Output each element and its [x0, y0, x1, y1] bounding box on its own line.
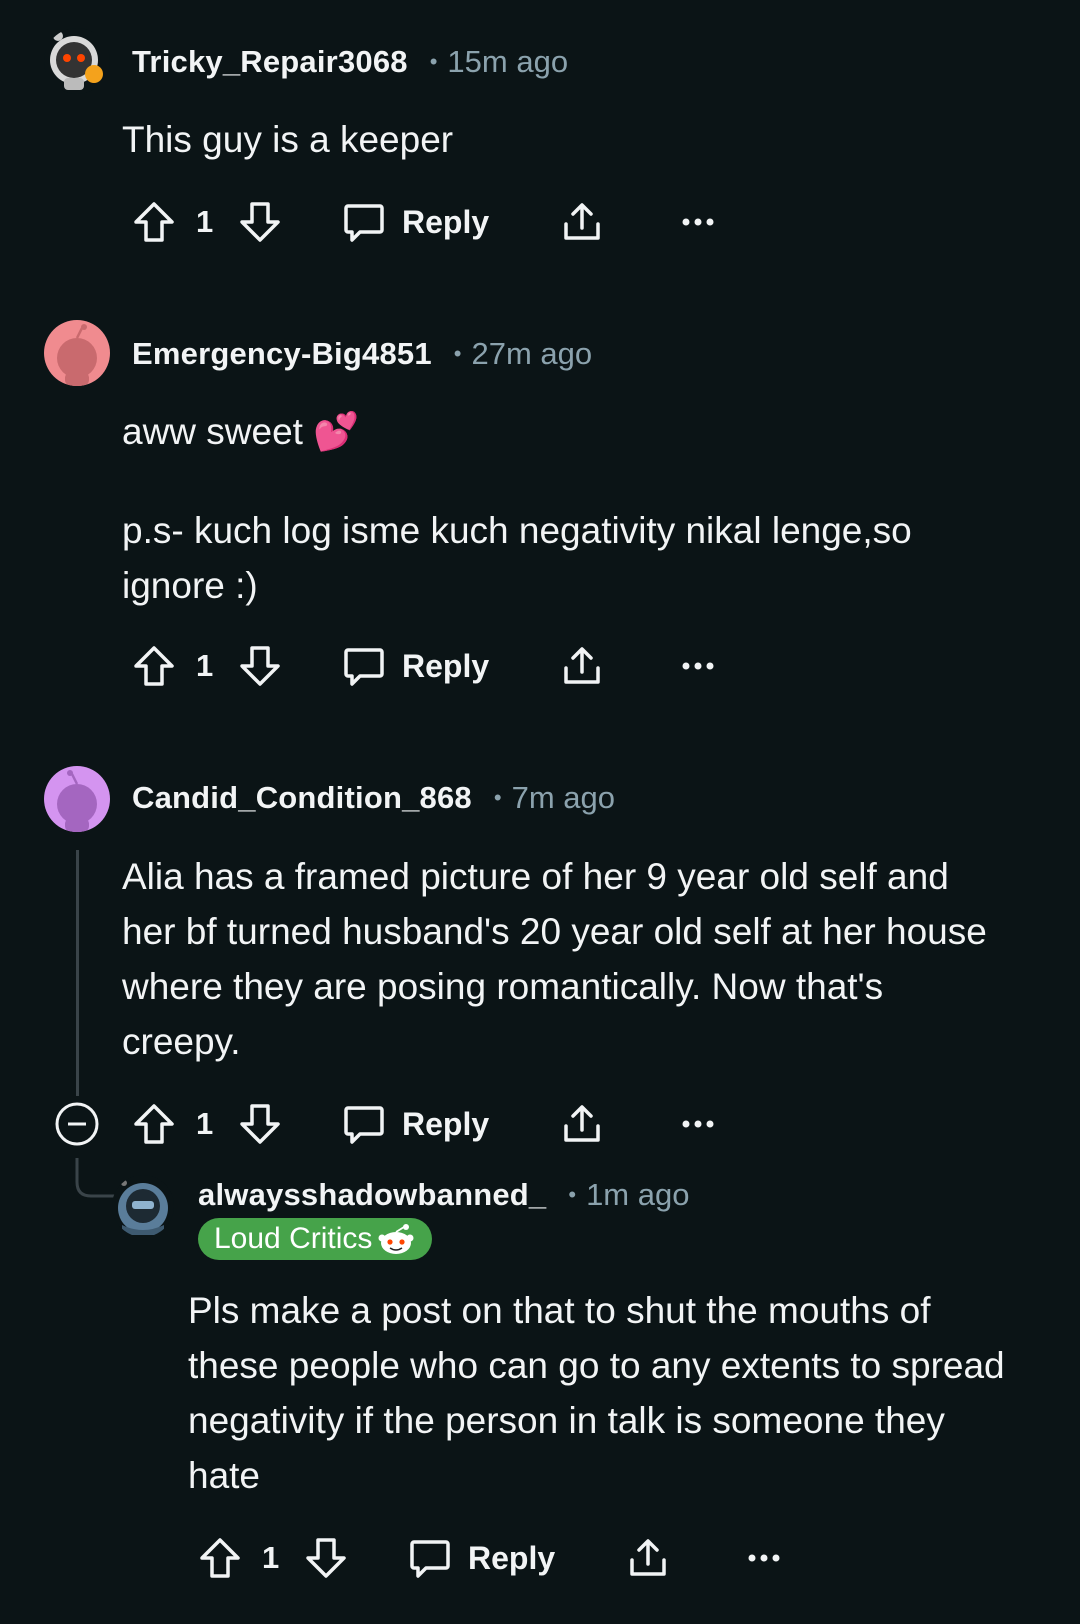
- more-icon: [682, 218, 714, 226]
- more-options-button[interactable]: [682, 636, 714, 696]
- thread-line[interactable]: [76, 850, 79, 1096]
- upvote-icon: [134, 202, 174, 242]
- action-bar: 1 Reply: [0, 1094, 1080, 1154]
- upvote-icon: [134, 1104, 174, 1144]
- username[interactable]: Tricky_Repair3068: [132, 44, 408, 80]
- avatar[interactable]: [44, 28, 110, 94]
- share-icon: [564, 647, 600, 684]
- separator-dot: •: [493, 785, 502, 810]
- downvote-button[interactable]: [238, 636, 282, 696]
- downvote-icon: [240, 1104, 280, 1144]
- reply-label: Reply: [468, 1539, 556, 1576]
- action-bar: 1 Reply: [0, 636, 1080, 696]
- separator-dot: •: [568, 1182, 577, 1207]
- separator-dot: •: [429, 49, 438, 74]
- user-flair: Loud Critics: [198, 1218, 433, 1260]
- upvote-icon: [200, 1538, 240, 1578]
- timestamp: 1m ago: [586, 1177, 690, 1212]
- upvote-button[interactable]: [132, 1094, 176, 1154]
- more-icon: [682, 1120, 714, 1128]
- comment-body: Alia has a framed picture of her 9 year …: [122, 856, 987, 1062]
- share-button[interactable]: [560, 192, 604, 252]
- snoo-icon: [378, 1224, 414, 1254]
- upvote-button[interactable]: [198, 1528, 242, 1588]
- username[interactable]: Emergency-Big4851: [132, 336, 432, 372]
- downvote-button[interactable]: [238, 192, 282, 252]
- share-icon: [564, 1105, 600, 1142]
- username[interactable]: Candid_Condition_868: [132, 780, 472, 816]
- vote-count: 1: [196, 204, 214, 239]
- downvote-button[interactable]: [304, 1528, 348, 1588]
- more-options-button[interactable]: [748, 1528, 780, 1588]
- separator-dot: •: [453, 341, 462, 366]
- downvote-button[interactable]: [238, 1094, 282, 1154]
- vote-count: 1: [262, 1540, 280, 1575]
- reply-button[interactable]: Reply: [408, 1528, 555, 1588]
- avatar[interactable]: [44, 320, 110, 386]
- comment-icon: [344, 648, 384, 686]
- timestamp: 7m ago: [511, 780, 615, 815]
- comment-body: Pls make a post on that to shut the mout…: [188, 1290, 1005, 1496]
- avatar[interactable]: [112, 1175, 174, 1237]
- share-button[interactable]: [560, 1094, 604, 1154]
- timestamp: 15m ago: [447, 44, 569, 79]
- comment-body: This guy is a keeper: [122, 119, 454, 160]
- upvote-button[interactable]: [132, 636, 176, 696]
- action-bar: 1 Reply: [0, 192, 1080, 252]
- downvote-icon: [240, 646, 280, 686]
- reply-button[interactable]: Reply: [342, 192, 489, 252]
- comment-icon: [344, 1106, 384, 1144]
- upvote-icon: [134, 646, 174, 686]
- comment-icon: [344, 204, 384, 242]
- avatar[interactable]: [44, 766, 110, 832]
- more-icon: [748, 1554, 780, 1562]
- action-bar: 1 Reply: [0, 1528, 1080, 1588]
- reply-label: Reply: [402, 647, 490, 684]
- reply-button[interactable]: Reply: [342, 636, 489, 696]
- timestamp: 27m ago: [471, 336, 593, 371]
- share-button[interactable]: [626, 1528, 670, 1588]
- comment-icon: [410, 1540, 450, 1578]
- vote-count: 1: [196, 648, 214, 683]
- username[interactable]: alwaysshadowbanned_: [198, 1177, 546, 1213]
- share-icon: [564, 203, 600, 240]
- more-options-button[interactable]: [682, 1094, 714, 1154]
- collapse-icon: [55, 1102, 99, 1146]
- reply-label: Reply: [402, 1105, 490, 1142]
- vote-count: 1: [196, 1106, 214, 1141]
- downvote-icon: [240, 202, 280, 242]
- reply-button[interactable]: Reply: [342, 1094, 489, 1154]
- share-button[interactable]: [560, 636, 604, 696]
- more-options-button[interactable]: [682, 192, 714, 252]
- collapse-thread-button[interactable]: [54, 1094, 100, 1154]
- comment-body: aww sweet 💕 p.s- kuch log isme kuch nega…: [122, 411, 912, 606]
- share-icon: [630, 1539, 666, 1576]
- reply-label: Reply: [402, 203, 490, 240]
- upvote-button[interactable]: [132, 192, 176, 252]
- more-icon: [682, 662, 714, 670]
- downvote-icon: [306, 1538, 346, 1578]
